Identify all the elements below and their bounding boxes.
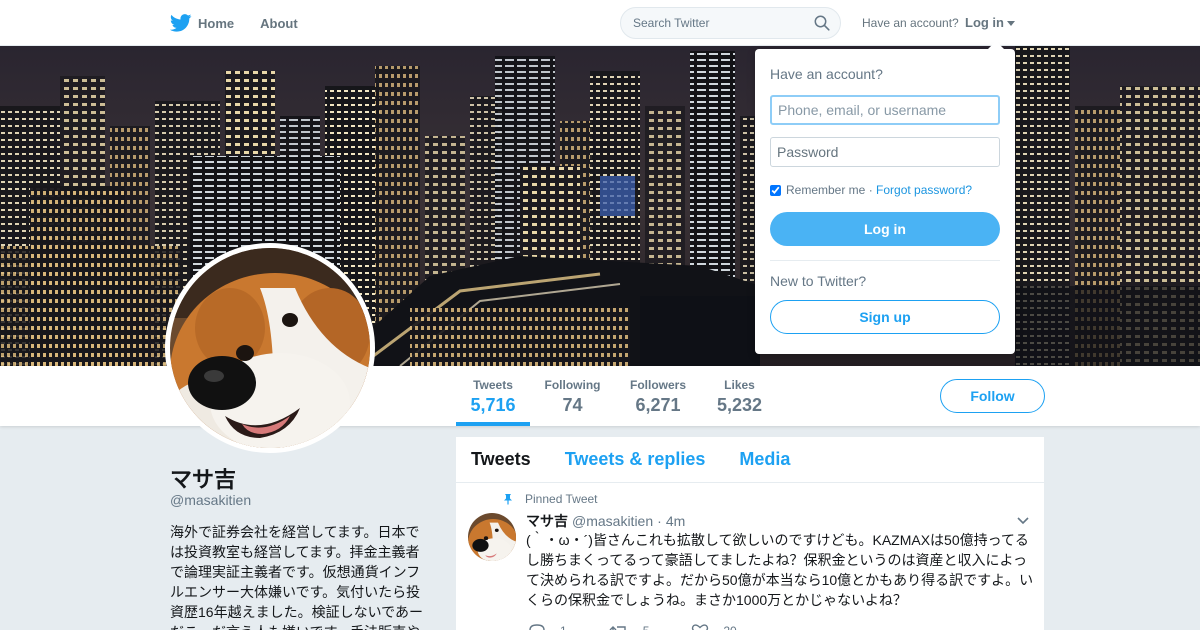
follow-button[interactable]: Follow	[940, 379, 1045, 413]
tweet-author-handle[interactable]: @masakitien	[572, 513, 653, 529]
stat-followers-value: 6,271	[635, 395, 681, 415]
retweet-icon	[609, 626, 626, 630]
tweet-timestamp[interactable]: 4m	[666, 513, 685, 529]
tweet-author-name[interactable]: マサ吉	[526, 511, 568, 531]
signup-button[interactable]: Sign up	[770, 300, 1000, 334]
caret-down-icon	[1007, 20, 1015, 26]
login-toggle-label: Log in	[965, 15, 1004, 30]
password-input[interactable]	[770, 137, 1000, 167]
search-input[interactable]	[621, 8, 801, 38]
forgot-password-link[interactable]: Forgot password?	[876, 183, 972, 197]
login-dropdown-toggle[interactable]: Log in	[965, 15, 1015, 30]
retweet-action[interactable]: 5	[609, 623, 650, 630]
corgi-avatar-image	[170, 248, 370, 448]
reply-icon	[529, 624, 545, 630]
login-dropdown-title: Have an account?	[770, 66, 883, 82]
pin-icon	[504, 494, 512, 505]
tweet-avatar[interactable]	[468, 513, 516, 561]
stat-tweets-value: 5,716	[470, 395, 516, 415]
remember-me-label[interactable]: Remember me	[786, 183, 865, 197]
reply-count: 1	[560, 624, 567, 630]
username-input[interactable]	[770, 95, 1000, 125]
stat-followers[interactable]: Followers 6,271	[625, 366, 691, 426]
new-to-twitter-text: New to Twitter?	[770, 273, 867, 289]
tweet-actions: 1 5 20	[528, 623, 779, 630]
chevron-down-icon[interactable]	[1017, 517, 1029, 525]
stat-likes-value: 5,232	[716, 395, 763, 415]
login-dropdown: Have an account? Remember me · Forgot pa…	[755, 41, 1015, 354]
reply-action[interactable]: 1	[528, 623, 567, 630]
stat-tweets-label: Tweets	[473, 378, 513, 392]
top-navigation-bar: Home About Have an account? Log in	[0, 0, 1200, 46]
tweet-text: (｀・ω・´)皆さんこれも拡散して欲しいのですけども。KAZMAXは50億持って…	[526, 532, 1034, 608]
profile-name[interactable]: マサ吉	[170, 462, 236, 494]
have-account-text: Have an account?	[862, 16, 959, 30]
like-action[interactable]: 20	[691, 623, 737, 630]
profile-handle[interactable]: @masakitien	[170, 492, 251, 508]
stat-following-label: Following	[544, 378, 601, 392]
retweet-count: 5	[643, 624, 650, 630]
stat-likes[interactable]: Likes 5,232	[711, 366, 768, 426]
search-icon[interactable]	[814, 15, 830, 31]
heart-icon	[692, 624, 709, 630]
nav-links: Home About	[170, 0, 324, 46]
pinned-tweet[interactable]: Pinned Tweet マサ吉 @masakitien · 4m (｀・ω・´…	[456, 437, 1044, 630]
nav-about-label: About	[260, 15, 298, 31]
dropdown-divider	[770, 260, 1000, 261]
login-submit-button[interactable]: Log in	[770, 212, 1000, 246]
pinned-indicator: Pinned Tweet	[502, 492, 598, 506]
stat-likes-label: Likes	[724, 378, 755, 392]
stat-followers-label: Followers	[629, 378, 686, 392]
stat-following[interactable]: Following 74	[540, 366, 605, 426]
nav-home-link[interactable]: Home	[170, 14, 234, 32]
tweet-header: マサ吉 @masakitien · 4m	[526, 511, 685, 531]
remember-me-row: Remember me · Forgot password?	[770, 183, 972, 197]
pinned-tweet-label: Pinned Tweet	[525, 492, 598, 506]
profile-avatar[interactable]	[165, 243, 375, 453]
search-box	[620, 7, 841, 39]
profile-bio: 海外で証券会社を経営してます。日本では投資教室も経営してます。拝金主義者で論理実…	[170, 524, 424, 630]
remember-separator: ·	[865, 183, 877, 197]
stat-following-value: 74	[562, 395, 583, 415]
like-count: 20	[723, 624, 736, 630]
twitter-bird-icon	[170, 14, 192, 32]
nav-about-link[interactable]: About	[260, 16, 298, 31]
stat-tweets[interactable]: Tweets 5,716	[456, 366, 530, 426]
remember-me-checkbox[interactable]	[770, 184, 781, 196]
nav-home-label: Home	[198, 15, 235, 31]
tweet-dot-separator: ·	[657, 513, 662, 529]
